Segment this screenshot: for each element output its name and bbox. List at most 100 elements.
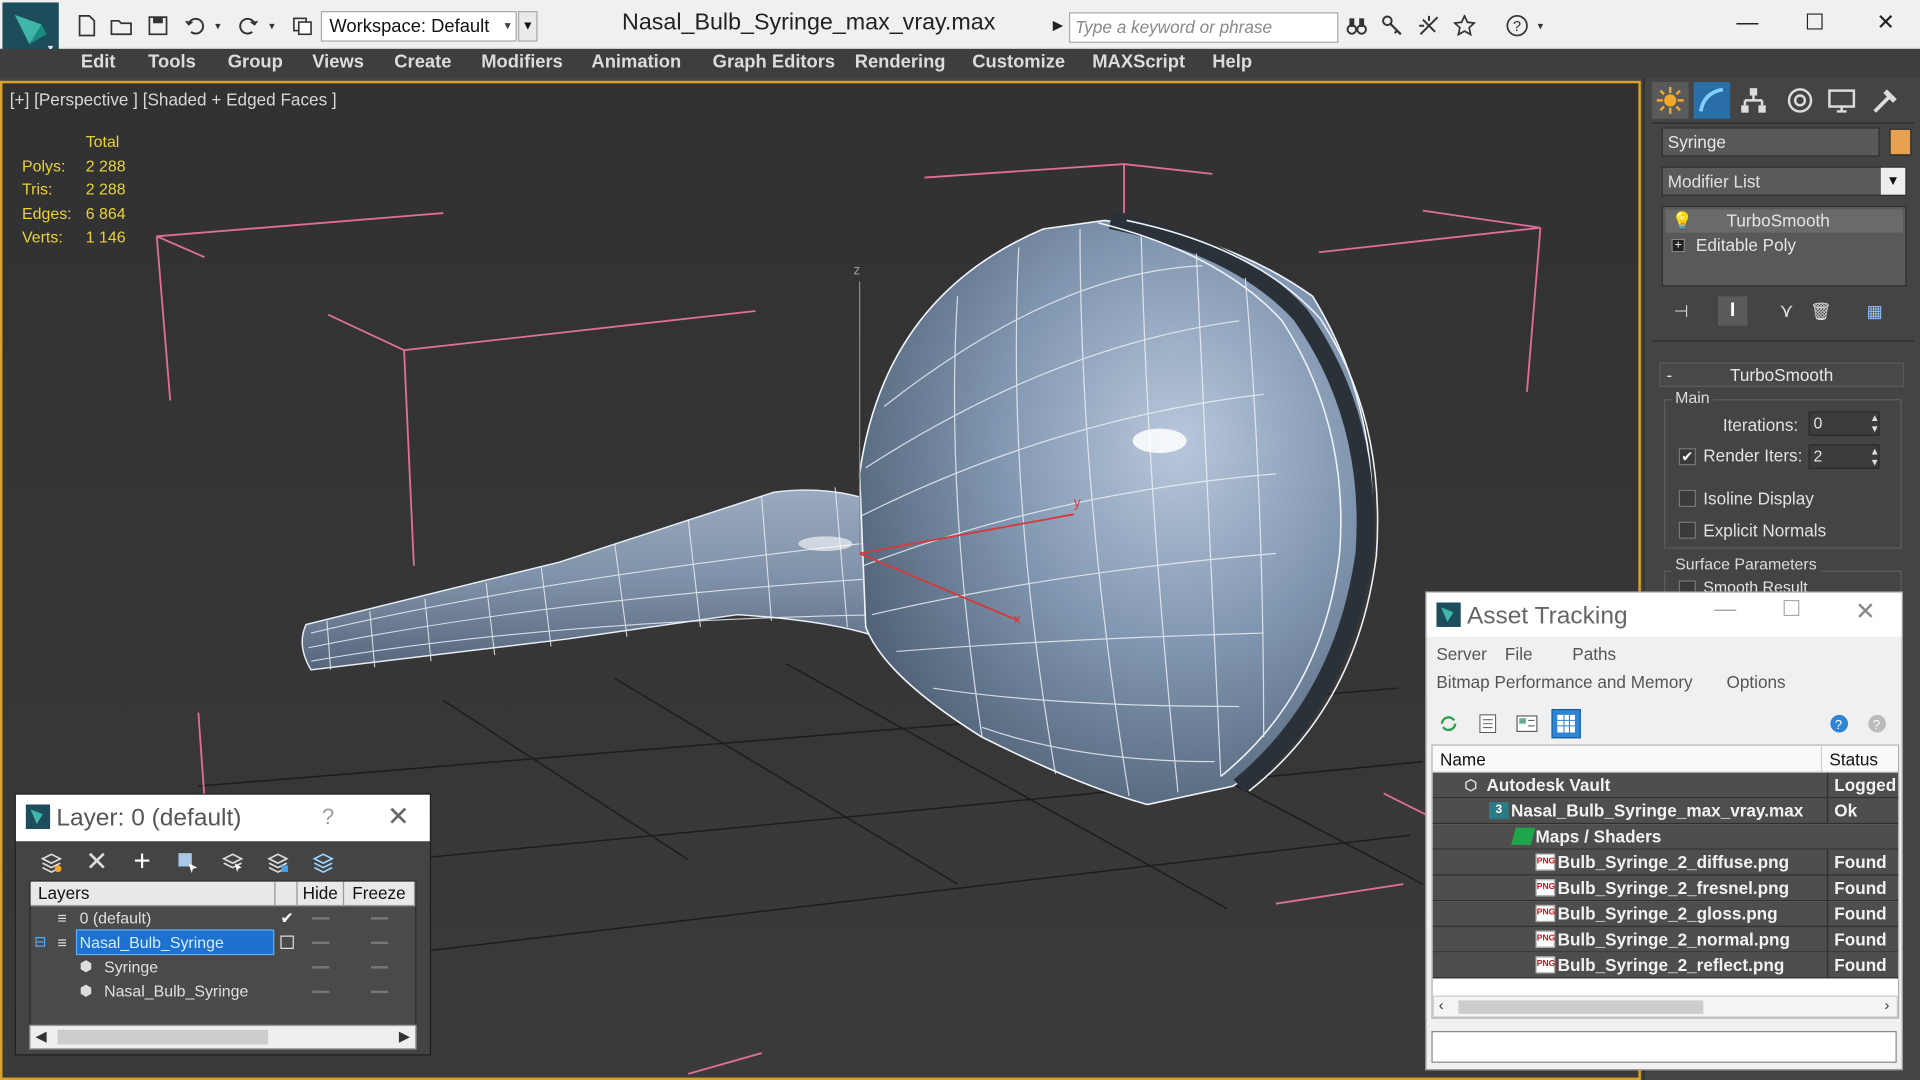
settings-help-icon[interactable]: ? [1862, 709, 1891, 738]
hide-toggle[interactable] [312, 990, 330, 994]
object-color-swatch[interactable] [1889, 128, 1912, 156]
col-freeze[interactable]: Freeze [344, 881, 416, 907]
communication-icon[interactable] [1416, 12, 1443, 39]
freeze-toggle[interactable] [371, 941, 389, 945]
help-dropdown-icon[interactable]: ▾ [1533, 12, 1548, 39]
col-hide[interactable]: Hide [297, 881, 345, 907]
menu-rendering[interactable]: Rendering [855, 51, 946, 72]
asset-row[interactable]: PNG Bulb_Syringe_2_diffuse.png Found [1432, 849, 1898, 876]
asset-row[interactable]: PNG Bulb_Syringe_2_fresnel.png Found [1432, 875, 1898, 902]
motion-tab-icon[interactable] [1782, 82, 1819, 119]
asset-row[interactable]: ⬡ Autodesk Vault Logged [1432, 772, 1898, 799]
asset-row[interactable]: 3 Nasal_Bulb_Syringe_max_vray.max Ok [1432, 798, 1898, 825]
hide-toggle[interactable] [312, 917, 330, 920]
remove-modifier-icon[interactable]: 🗑 [1806, 296, 1835, 325]
turbosmooth-rollout-header[interactable]: - TurboSmooth [1659, 362, 1905, 387]
thumbnail-view-icon[interactable] [1512, 709, 1541, 738]
undo-dropdown-icon[interactable]: ▾ [211, 12, 226, 39]
make-unique-icon[interactable]: ⋎ [1772, 296, 1801, 325]
modify-tab-icon[interactable] [1693, 82, 1731, 119]
collapse-minus-icon[interactable]: ⊟ [34, 931, 46, 954]
scroll-right-icon[interactable]: ▶ [399, 1027, 410, 1044]
help-icon[interactable]: ? [1504, 12, 1531, 39]
refresh-icon[interactable] [1434, 709, 1463, 738]
active-check-icon[interactable]: ✔ [280, 906, 293, 929]
hide-unhide-all-icon[interactable] [307, 849, 339, 876]
new-file-icon[interactable] [73, 12, 100, 39]
search-expand-icon[interactable]: ▶ [1049, 12, 1066, 39]
asset-dialog-header[interactable]: Asset Tracking — ☐ ✕ [1426, 592, 1902, 637]
hierarchy-tab-icon[interactable] [1735, 82, 1772, 119]
save-file-icon[interactable] [144, 12, 171, 39]
menu-modifiers[interactable]: Modifiers [481, 51, 563, 72]
scroll-left-icon[interactable]: ◀ [36, 1027, 47, 1044]
stack-item-editable-poly[interactable]: + Editable Poly [1665, 234, 1903, 257]
freeze-toggle[interactable] [371, 990, 389, 994]
col-name[interactable]: Name [1432, 745, 1823, 773]
render-iters-checkbox[interactable]: ✔ [1678, 448, 1696, 466]
set-current-box[interactable] [280, 935, 294, 949]
subscription-key-icon[interactable] [1379, 12, 1406, 39]
expand-plus-icon[interactable]: + [1671, 238, 1685, 253]
select-objects-icon[interactable] [171, 849, 203, 876]
isoline-display-checkbox[interactable] [1678, 489, 1696, 507]
object-name-field[interactable]: Syringe [1661, 127, 1880, 157]
layer-row[interactable]: ⊟ ≡ Nasal_Bulb_Syringe [31, 929, 415, 956]
menu-graph-editors[interactable]: Graph Editors [713, 51, 835, 72]
horizontal-scrollbar[interactable]: ‹ › [1432, 995, 1898, 1018]
layer-row[interactable]: ≡ 0 (default) ✔ [31, 906, 415, 930]
minimize-button[interactable]: — [1723, 5, 1772, 39]
freeze-toggle[interactable] [371, 917, 389, 920]
close-button[interactable]: ✕ [1861, 5, 1910, 39]
table-view-icon[interactable] [1551, 708, 1581, 739]
lightbulb-icon[interactable]: 💡 [1671, 209, 1692, 232]
spinner-arrows-icon[interactable]: ▲ ▼ [1867, 413, 1882, 437]
col-status[interactable]: Status [1822, 745, 1898, 773]
minimize-button[interactable]: — [1714, 596, 1736, 622]
menu-customize[interactable]: Customize [972, 51, 1065, 72]
maximize-button[interactable]: ☐ [1790, 5, 1839, 39]
explicit-normals-checkbox[interactable] [1678, 521, 1696, 539]
display-tab-icon[interactable] [1823, 82, 1860, 119]
list-view-icon[interactable] [1473, 709, 1502, 738]
current-layer-icon[interactable] [262, 849, 294, 876]
open-file-icon[interactable] [108, 12, 135, 39]
binoculars-icon[interactable] [1343, 12, 1370, 39]
menu-server[interactable]: Server [1436, 644, 1486, 664]
create-tab-sun-icon[interactable] [1651, 82, 1689, 119]
close-icon[interactable]: ✕ [1855, 596, 1876, 627]
hide-toggle[interactable] [312, 941, 330, 945]
horizontal-scrollbar[interactable]: ◀ ▶ [29, 1024, 417, 1050]
menu-maxscript[interactable]: MAXScript [1092, 51, 1185, 72]
new-layer-icon[interactable] [36, 849, 68, 876]
col-layers[interactable]: Layers [30, 881, 276, 907]
workspace-menu-arrow-icon[interactable]: ▼ [517, 11, 538, 42]
close-icon[interactable]: ✕ [387, 801, 410, 833]
menu-tools[interactable]: Tools [148, 51, 196, 72]
scroll-right-icon[interactable]: › [1885, 997, 1890, 1014]
maximize-button[interactable]: ☐ [1782, 596, 1802, 622]
asset-row[interactable]: PNG Bulb_Syringe_2_reflect.png Found [1432, 952, 1898, 979]
highlight-layer-icon[interactable] [217, 849, 249, 876]
delete-layer-icon[interactable]: ✕ [81, 846, 113, 877]
menu-group[interactable]: Group [228, 51, 283, 72]
modifier-list-dropdown[interactable]: Modifier List ▼ [1661, 166, 1907, 196]
show-end-result-icon[interactable]: I [1717, 296, 1748, 326]
project-folder-icon[interactable] [289, 12, 316, 39]
menu-file[interactable]: File [1505, 644, 1533, 664]
help-icon[interactable]: ? [1825, 709, 1854, 738]
utilities-tab-hammer-icon[interactable] [1867, 82, 1904, 119]
redo-dropdown-icon[interactable]: ▾ [264, 12, 279, 39]
configure-sets-icon[interactable]: ▦ [1860, 296, 1889, 325]
scroll-thumb[interactable] [57, 1029, 269, 1045]
menu-paths[interactable]: Paths [1572, 644, 1616, 664]
hide-toggle[interactable] [312, 966, 330, 969]
search-input[interactable]: Type a keyword or phrase [1068, 12, 1339, 43]
help-icon[interactable]: ? [322, 804, 334, 830]
asset-row[interactable]: PNG Bulb_Syringe_2_gloss.png Found [1432, 901, 1898, 927]
add-to-layer-icon[interactable]: + [126, 845, 158, 878]
redo-icon[interactable] [235, 12, 262, 39]
scroll-thumb[interactable] [1458, 1000, 1704, 1014]
favorites-star-icon[interactable] [1451, 12, 1478, 39]
menu-help[interactable]: Help [1212, 51, 1252, 72]
